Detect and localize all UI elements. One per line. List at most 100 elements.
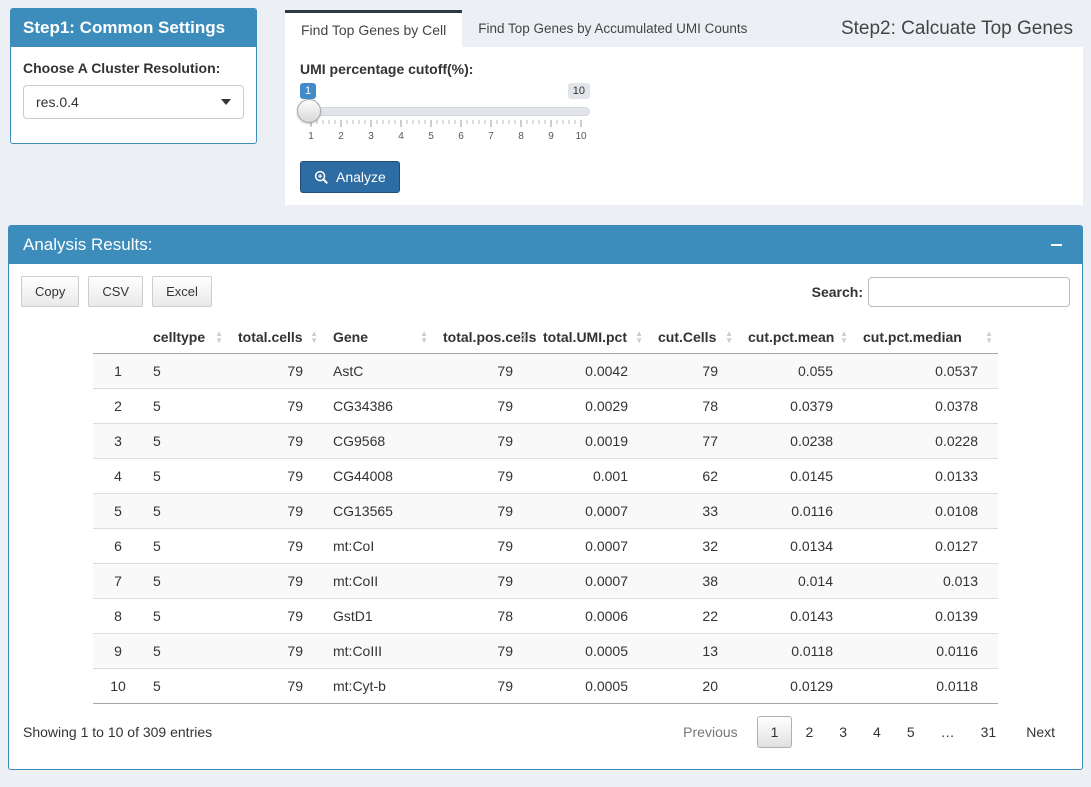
row-number: 4 [93,459,143,494]
table-cell: 78 [648,389,738,424]
cluster-resolution-value: res.0.4 [36,94,79,110]
slider-tick-minor [395,120,396,124]
table-cell: 38 [648,564,738,599]
table-cell: 79 [433,669,533,704]
slider-tick-minor [443,120,444,124]
sort-arrows-icon: ▲▼ [635,330,643,344]
table-cell: 0.0379 [738,389,853,424]
table-cell: GstD1 [323,599,433,634]
slider-track[interactable] [300,107,590,116]
table-cell: mt:Cyt-b [323,669,433,704]
page-button-3[interactable]: 3 [826,717,860,747]
page-button-4[interactable]: 4 [860,717,894,747]
table-head-row: celltype▲▼total.cells▲▼Gene▲▼total.pos.c… [93,321,998,354]
search-input[interactable] [868,277,1070,307]
table-cell: 79 [433,459,533,494]
column-header-cut.pct.mean[interactable]: cut.pct.mean▲▼ [738,321,853,354]
sort-arrows-icon: ▲▼ [985,330,993,344]
table-cell: 5 [143,424,228,459]
analyze-button[interactable]: Analyze [300,161,400,193]
page-button-1[interactable]: 1 [757,716,793,748]
page-button-31[interactable]: 31 [968,717,1010,747]
slider-tick-minor [329,120,330,124]
column-header-total.pos.cells[interactable]: total.pos.cells▲▼ [433,321,533,354]
collapse-button[interactable] [1044,233,1068,257]
csv-button[interactable]: CSV [88,276,143,307]
slider-tick-minor [545,120,546,124]
column-header-cut.pct.median[interactable]: cut.pct.median▲▼ [853,321,998,354]
column-header-label: cut.Cells [658,329,716,345]
slider-tick-minor [485,120,486,124]
cluster-resolution-select[interactable]: res.0.4 [23,85,244,119]
table-cell: 79 [433,424,533,459]
column-header-cut.Cells[interactable]: cut.Cells▲▼ [648,321,738,354]
table-cell: 0.014 [738,564,853,599]
table-cell: 79 [433,389,533,424]
row-number: 5 [93,494,143,529]
table-row[interactable]: 9579mt:CoIII790.0005130.01180.0116 [93,634,998,669]
column-header-label: total.cells [238,329,303,345]
slider-grid: 12345678910 [311,120,581,144]
analysis-results-header: Analysis Results: [9,226,1082,264]
table-cell: 13 [648,634,738,669]
table-cell: 0.0127 [853,529,998,564]
table-cell: 79 [433,634,533,669]
tab-find-top-genes-by-umi[interactable]: Find Top Genes by Accumulated UMI Counts [462,10,763,47]
table-cell: 0.0108 [853,494,998,529]
page-button-2[interactable]: 2 [792,717,826,747]
slider-tick-minor [569,120,570,124]
table-cell: 0.0139 [853,599,998,634]
column-header-total.UMI.pct[interactable]: total.UMI.pct▲▼ [533,321,648,354]
excel-button[interactable]: Excel [152,276,212,307]
slider-tick-label: 7 [488,131,494,142]
table-cell: 22 [648,599,738,634]
table-row[interactable]: 10579mt:Cyt-b790.0005200.01290.0118 [93,669,998,704]
table-cell: 5 [143,634,228,669]
table-cell: 0.0378 [853,389,998,424]
column-header-total.cells[interactable]: total.cells▲▼ [228,321,323,354]
slider-tick-label: 3 [368,131,374,142]
table-row[interactable]: 7579mt:CoII790.0007380.0140.013 [93,564,998,599]
column-header-Gene[interactable]: Gene▲▼ [323,321,433,354]
slider-tick-label: 6 [458,131,464,142]
tab-find-top-genes-by-cell[interactable]: Find Top Genes by Cell [285,10,462,47]
table-cell: 0.0118 [738,634,853,669]
search-plus-icon [314,170,329,185]
slider-handle[interactable] [297,99,321,123]
column-header-label: cut.pct.mean [748,329,834,345]
slider-tick-minor [365,120,366,124]
slider-tick-major [521,120,522,127]
table-cell: CG44008 [323,459,433,494]
table-row[interactable]: 3579CG9568790.0019770.02380.0228 [93,424,998,459]
analysis-results-panel: Analysis Results: Copy CSV Excel Search:… [8,225,1083,770]
step1-panel-title: Step1: Common Settings [11,9,256,47]
column-header-rownum [93,321,143,354]
table-row[interactable]: 2579CG34386790.0029780.03790.0378 [93,389,998,424]
column-header-celltype[interactable]: celltype▲▼ [143,321,228,354]
slider-tick-label: 10 [575,131,586,142]
table-cell: 0.0118 [853,669,998,704]
next-page-button[interactable]: Next [1013,717,1068,747]
slider-tick-major [461,120,462,127]
table-row[interactable]: 5579CG13565790.0007330.01160.0108 [93,494,998,529]
table-row[interactable]: 6579mt:CoI790.0007320.01340.0127 [93,529,998,564]
row-number: 3 [93,424,143,459]
row-number: 7 [93,564,143,599]
previous-page-button[interactable]: Previous [670,717,750,747]
page-button-5[interactable]: 5 [894,717,928,747]
copy-button[interactable]: Copy [21,276,79,307]
table-cell: 78 [433,599,533,634]
search-label: Search: [812,284,863,300]
slider-tick-label: 1 [308,131,314,142]
table-row[interactable]: 4579CG44008790.001620.01450.0133 [93,459,998,494]
table-controls: Copy CSV Excel Search: [21,276,1070,307]
tab-label: Find Top Genes by Accumulated UMI Counts [478,21,747,36]
table-row[interactable]: 1579AstC790.0042790.0550.0537 [93,354,998,389]
table-row[interactable]: 8579GstD1780.0006220.01430.0139 [93,599,998,634]
table-cell: 5 [143,459,228,494]
slider-tick-minor [413,120,414,124]
slider-tick-minor [449,120,450,124]
table-footer: Showing 1 to 10 of 309 entries Previous … [21,704,1070,748]
row-number: 8 [93,599,143,634]
table-cell: 79 [228,564,323,599]
